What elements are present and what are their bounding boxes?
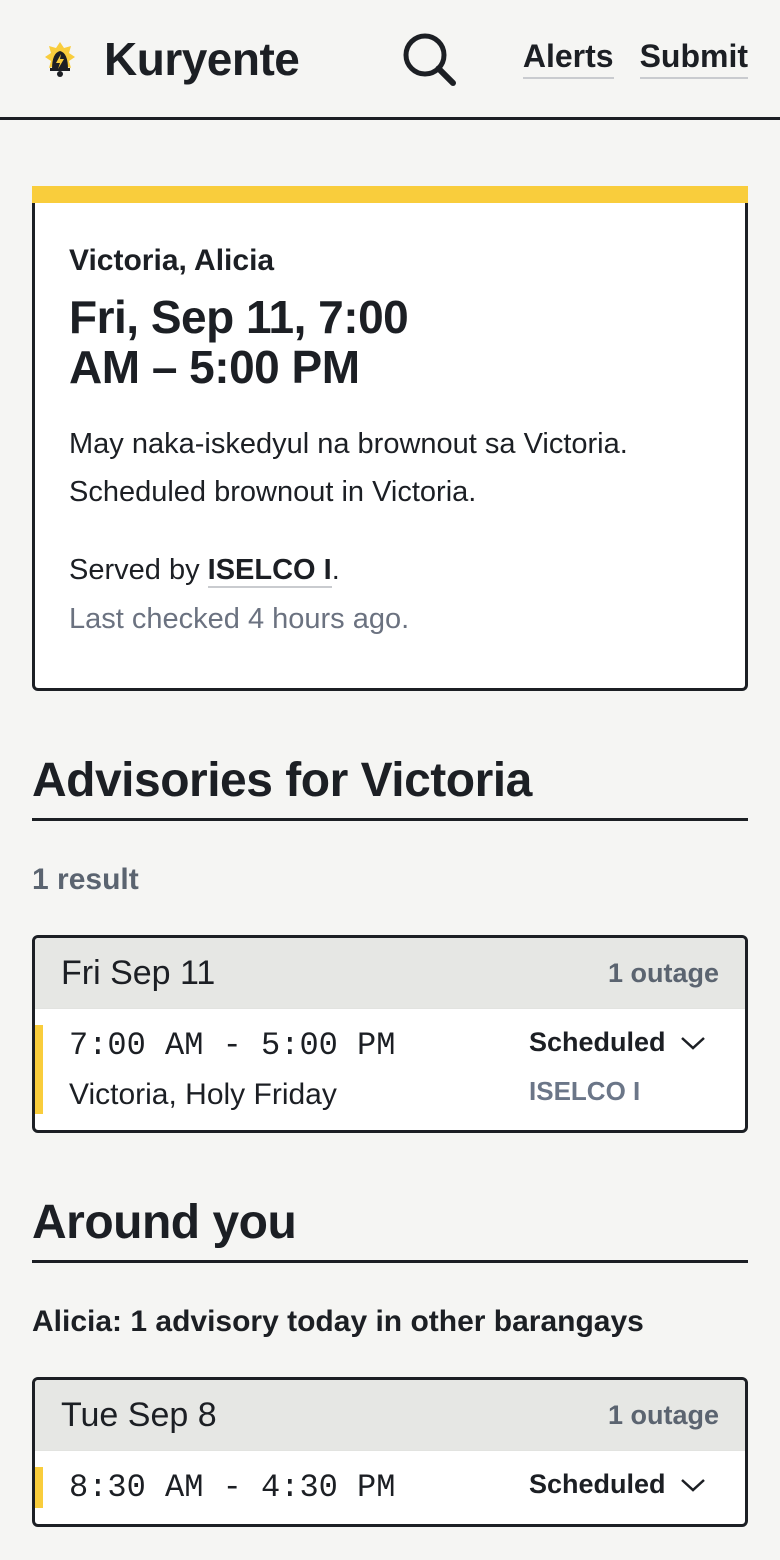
advisory-time: 7:00 AM - 5:00 PM xyxy=(69,1027,396,1064)
advisory-main: 7:00 AM - 5:00 PM Victoria, Holy Friday xyxy=(69,1027,395,1112)
advisory-time: 8:30 AM - 4:30 PM xyxy=(69,1469,396,1506)
result-count: 1 result xyxy=(32,863,139,896)
nearby-advisory-group: Tue Sep 8 1 outage 8:30 AM - 4:30 PM Sch… xyxy=(32,1377,748,1527)
outage-description: May naka-iskedyul na brownout sa Victori… xyxy=(69,428,628,508)
served-by-suffix: . xyxy=(331,554,340,586)
provider-link[interactable]: ISELCO I xyxy=(207,554,332,588)
advisory-meta: Scheduled ISELCO I xyxy=(529,1027,719,1112)
bell-bolt-logo-icon[interactable] xyxy=(38,37,82,81)
advisory-row[interactable]: 8:30 AM - 4:30 PM Scheduled xyxy=(35,1450,745,1524)
last-checked: Last checked 4 hours ago. xyxy=(69,603,410,635)
nav-alerts-link[interactable]: Alerts xyxy=(522,38,614,79)
advisory-group: Fri Sep 11 1 outage 7:00 AM - 5:00 PM Vi… xyxy=(32,935,748,1133)
advisory-row[interactable]: 7:00 AM - 5:00 PM Victoria, Holy Friday … xyxy=(35,1008,745,1130)
served-by: Served by ISELCO I. xyxy=(69,554,711,588)
around-you-heading: Around you xyxy=(32,1195,748,1263)
chevron-down-icon xyxy=(680,1036,705,1050)
group-header: Fri Sep 11 1 outage xyxy=(35,938,745,1008)
outage-time: Fri, Sep 11, 7:00 AM – 5:00 PM xyxy=(69,291,409,393)
top-bar: Kuryente Alerts Submit xyxy=(0,0,780,120)
status-toggle[interactable]: Scheduled xyxy=(529,1027,719,1058)
advisories-heading: Advisories for Victoria xyxy=(32,753,748,821)
outage-count: 1 outage xyxy=(607,957,719,988)
advisory-meta: Scheduled xyxy=(529,1469,719,1506)
nav-submit-link[interactable]: Submit xyxy=(639,38,748,79)
status-toggle[interactable]: Scheduled xyxy=(529,1469,719,1500)
group-date: Tue Sep 8 xyxy=(61,1395,217,1434)
around-summary: Alicia: 1 advisory today in other barang… xyxy=(32,1305,644,1338)
search-icon[interactable] xyxy=(399,29,459,89)
provider-label: ISELCO I xyxy=(529,1076,641,1106)
advisory-main: 8:30 AM - 4:30 PM xyxy=(69,1469,395,1506)
advisory-area: Victoria, Holy Friday xyxy=(69,1078,337,1111)
current-outage-card: Victoria, Alicia Fri, Sep 11, 7:00 AM – … xyxy=(32,186,748,691)
brand-name[interactable]: Kuryente xyxy=(104,32,300,86)
served-by-prefix: Served by xyxy=(69,554,200,586)
chevron-down-icon xyxy=(680,1478,705,1492)
group-date: Fri Sep 11 xyxy=(61,953,216,992)
status-label: Scheduled xyxy=(529,1469,666,1499)
group-header: Tue Sep 8 1 outage xyxy=(35,1380,745,1450)
status-label: Scheduled xyxy=(529,1027,666,1057)
outage-count: 1 outage xyxy=(607,1399,719,1430)
main-content: Victoria, Alicia Fri, Sep 11, 7:00 AM – … xyxy=(0,186,780,1527)
outage-location: Victoria, Alicia xyxy=(69,244,275,277)
